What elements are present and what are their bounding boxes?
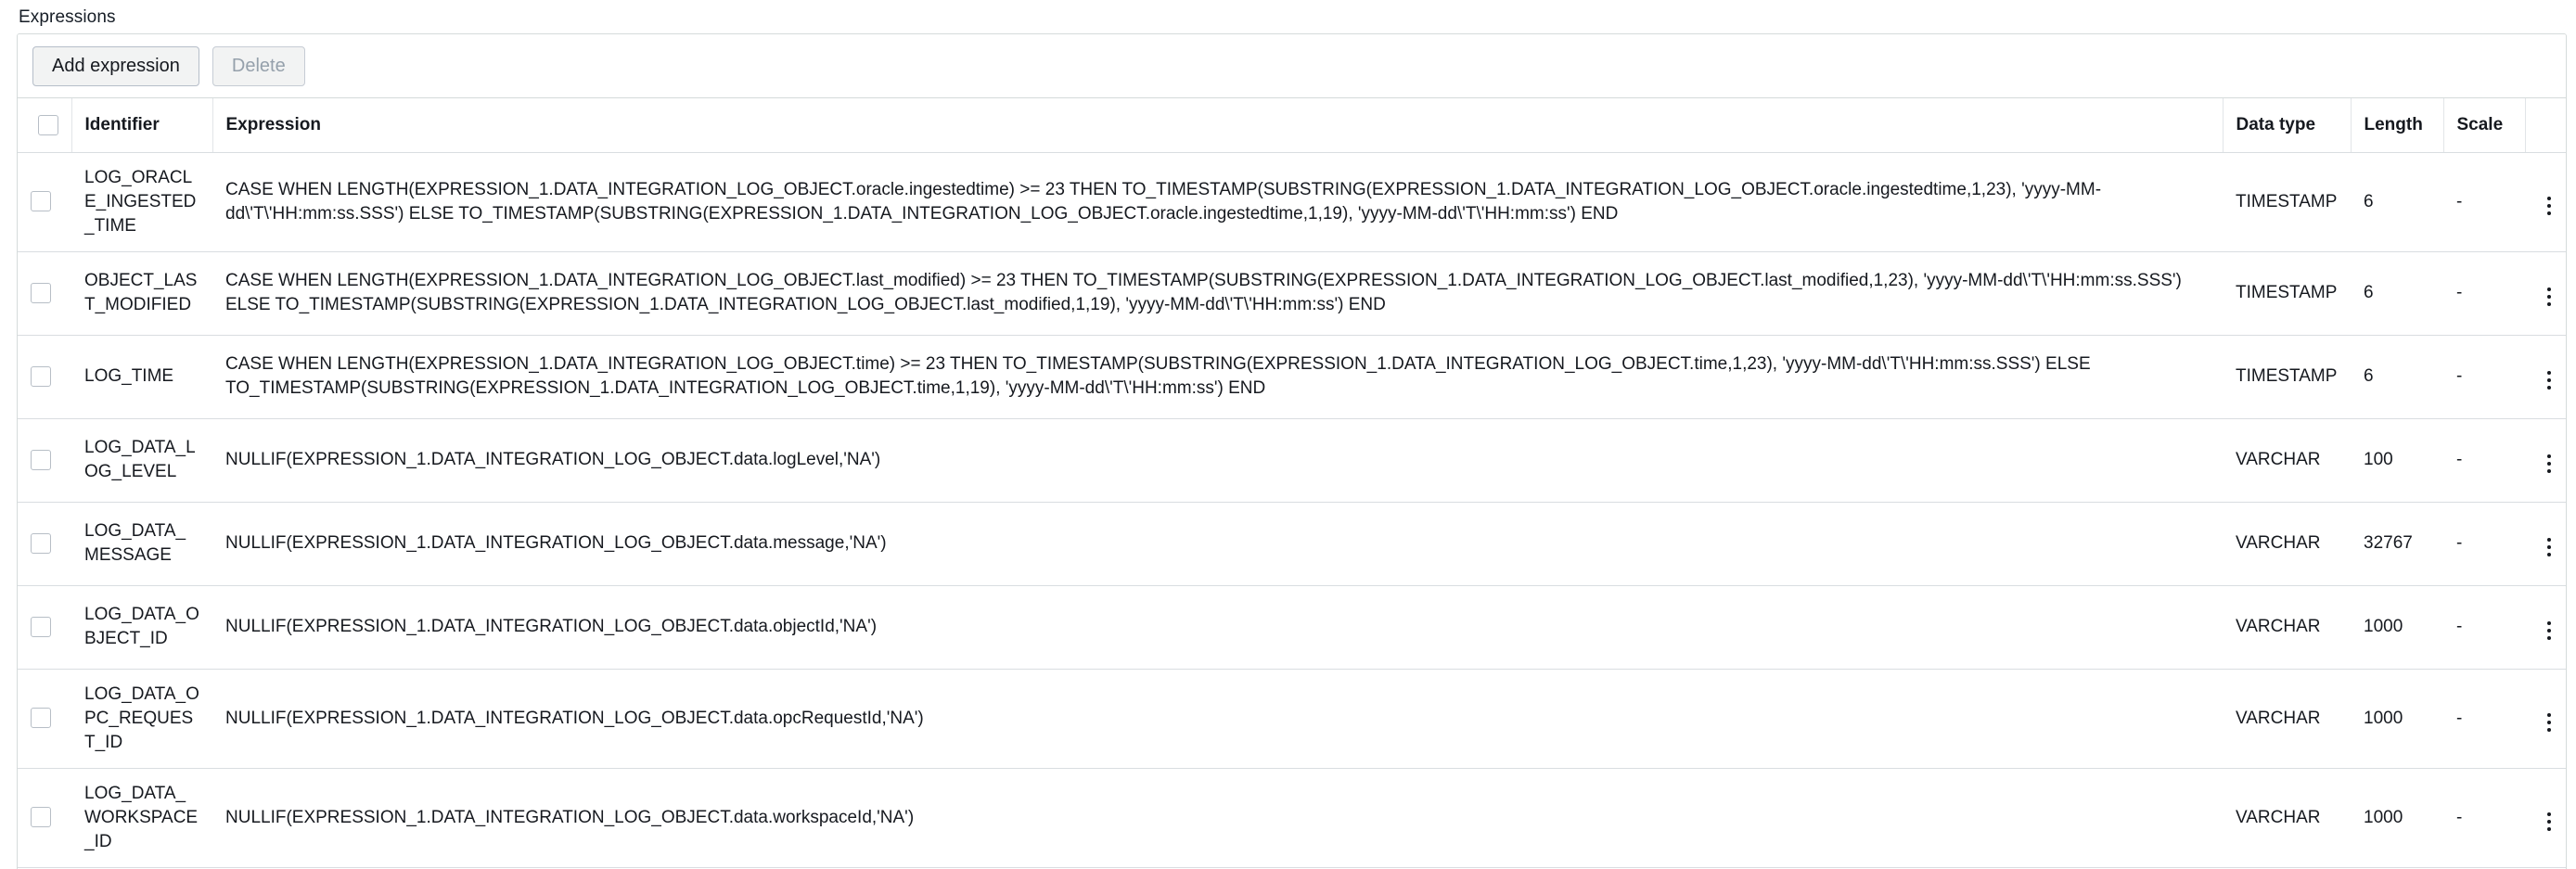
column-header-actions [2525, 98, 2566, 153]
row-checkbox[interactable] [31, 532, 51, 554]
cell-scale: - [2443, 335, 2525, 419]
row-select-cell [18, 152, 71, 252]
row-checkbox[interactable] [31, 708, 51, 729]
row-actions-icon[interactable] [2538, 532, 2560, 562]
cell-expression: CASE WHEN LENGTH(EXPRESSION_1.DATA_INTEG… [212, 152, 2223, 252]
cell-length: 1000 [2351, 585, 2443, 670]
row-select-cell [18, 585, 71, 670]
cell-scale: - [2443, 502, 2525, 586]
add-expression-button[interactable]: Add expression [32, 45, 199, 86]
select-all-header-cell [18, 98, 72, 153]
cell-length: 6 [2351, 335, 2443, 419]
cell-identifier: LOG_DATA_WORKSPACE_ID [71, 768, 212, 868]
table-row[interactable]: LOG_DATA_OBJECT_ID NULLIF(EXPRESSION_1.DA… [18, 585, 2566, 670]
cell-expression: NULLIF(EXPRESSION_1.DATA_INTEGRATION_LOG… [212, 669, 2223, 769]
cell-data-type: TIMESTAMP [2223, 251, 2351, 336]
row-checkbox[interactable] [31, 282, 51, 303]
row-actions-cell [2525, 418, 2566, 503]
row-actions-cell [2525, 669, 2566, 769]
row-actions-cell [2525, 152, 2566, 252]
table-header-row: Identifier Expression Data type Length S… [18, 98, 2566, 153]
row-actions-icon[interactable] [2538, 282, 2560, 312]
row-actions-cell [2525, 251, 2566, 336]
cell-expression: NULLIF(EXPRESSION_1.DATA_INTEGRATION_LOG… [212, 502, 2223, 586]
column-header-scale[interactable]: Scale [2443, 98, 2526, 153]
row-select-cell [18, 502, 71, 586]
table-row[interactable]: LOG_DATA_OPC_REQUEST_ID NULLIF(EXPRESSION… [18, 669, 2566, 769]
cell-scale: - [2443, 669, 2525, 769]
cell-expression: NULLIF(EXPRESSION_1.DATA_INTEGRATION_LOG… [212, 418, 2223, 503]
delete-button[interactable]: Delete [211, 45, 305, 86]
column-header-data-type[interactable]: Data type [2223, 98, 2352, 153]
cell-length: 100 [2351, 418, 2443, 503]
row-actions-icon[interactable] [2538, 708, 2560, 737]
table-body: LOG_ORACLE_INGESTED_TIME CASE WHEN LENGTH… [18, 152, 2566, 868]
row-actions-icon[interactable] [2538, 807, 2560, 837]
cell-identifier: LOG_DATA_LOG_LEVEL [71, 418, 212, 503]
table-row[interactable]: LOG_DATA_MESSAGE NULLIF(EXPRESSION_1.DATA… [18, 502, 2566, 586]
table-header: Identifier Expression Data type Length S… [18, 98, 2566, 153]
expressions-toolbar: Add expression Delete [18, 34, 2566, 98]
cell-data-type: VARCHAR [2223, 768, 2351, 868]
cell-expression: CASE WHEN LENGTH(EXPRESSION_1.DATA_INTEG… [212, 335, 2223, 419]
cell-scale: - [2443, 585, 2525, 670]
cell-scale: - [2443, 768, 2525, 868]
column-header-expression[interactable]: Expression [212, 98, 2224, 153]
row-checkbox[interactable] [31, 191, 51, 212]
cell-length: 32767 [2351, 502, 2443, 586]
expressions-panel: Add expression Delete Identifier Express… [17, 33, 2567, 869]
cell-data-type: VARCHAR [2223, 418, 2351, 503]
cell-scale: - [2443, 418, 2525, 503]
row-actions-cell [2525, 585, 2566, 670]
column-header-length[interactable]: Length [2351, 98, 2444, 153]
page-title: Expressions [19, 7, 116, 27]
select-all-checkbox[interactable] [38, 114, 58, 135]
table-row[interactable]: LOG_DATA_LOG_LEVEL NULLIF(EXPRESSION_1.DA… [18, 418, 2566, 503]
cell-data-type: TIMESTAMP [2223, 152, 2351, 252]
cell-data-type: VARCHAR [2223, 669, 2351, 769]
cell-data-type: VARCHAR [2223, 585, 2351, 670]
row-checkbox[interactable] [31, 616, 51, 637]
row-actions-cell [2525, 335, 2566, 419]
cell-expression: NULLIF(EXPRESSION_1.DATA_INTEGRATION_LOG… [212, 585, 2223, 670]
cell-identifier: LOG_TIME [71, 335, 212, 419]
table-row[interactable]: OBJECT_LAST_MODIFIED CASE WHEN LENGTH(EXP… [18, 251, 2566, 336]
cell-scale: - [2443, 152, 2525, 252]
table-row[interactable]: LOG_TIME CASE WHEN LENGTH(EXPRESSION_1.DA… [18, 335, 2566, 419]
row-actions-cell [2525, 768, 2566, 868]
row-select-cell [18, 768, 71, 868]
cell-identifier: OBJECT_LAST_MODIFIED [71, 251, 212, 336]
cell-scale: - [2443, 251, 2525, 336]
cell-length: 6 [2351, 152, 2443, 252]
cell-expression: CASE WHEN LENGTH(EXPRESSION_1.DATA_INTEG… [212, 251, 2223, 336]
expressions-table: Identifier Expression Data type Length S… [18, 98, 2566, 868]
cell-identifier: LOG_DATA_OBJECT_ID [71, 585, 212, 670]
row-select-cell [18, 418, 71, 503]
cell-length: 1000 [2351, 669, 2443, 769]
row-select-cell [18, 251, 71, 336]
expressions-panel-page: Expressions Add expression Delete Identi… [0, 0, 2576, 869]
cell-length: 6 [2351, 251, 2443, 336]
column-header-identifier[interactable]: Identifier [71, 98, 213, 153]
row-select-cell [18, 335, 71, 419]
row-actions-icon[interactable] [2538, 365, 2560, 395]
cell-identifier: LOG_DATA_MESSAGE [71, 502, 212, 586]
row-actions-icon[interactable] [2538, 616, 2560, 645]
row-actions-cell [2525, 502, 2566, 586]
table-row[interactable]: LOG_ORACLE_INGESTED_TIME CASE WHEN LENGTH… [18, 152, 2566, 252]
cell-data-type: VARCHAR [2223, 502, 2351, 586]
cell-length: 1000 [2351, 768, 2443, 868]
cell-expression: NULLIF(EXPRESSION_1.DATA_INTEGRATION_LOG… [212, 768, 2223, 868]
row-actions-icon[interactable] [2538, 449, 2560, 479]
row-checkbox[interactable] [31, 449, 51, 470]
cell-data-type: TIMESTAMP [2223, 335, 2351, 419]
row-checkbox[interactable] [31, 365, 51, 387]
cell-identifier: LOG_ORACLE_INGESTED_TIME [71, 152, 212, 252]
row-checkbox[interactable] [31, 807, 51, 828]
row-actions-icon[interactable] [2538, 191, 2560, 221]
table-row[interactable]: LOG_DATA_WORKSPACE_ID NULLIF(EXPRESSION_1… [18, 768, 2566, 868]
row-select-cell [18, 669, 71, 769]
cell-identifier: LOG_DATA_OPC_REQUEST_ID [71, 669, 212, 769]
